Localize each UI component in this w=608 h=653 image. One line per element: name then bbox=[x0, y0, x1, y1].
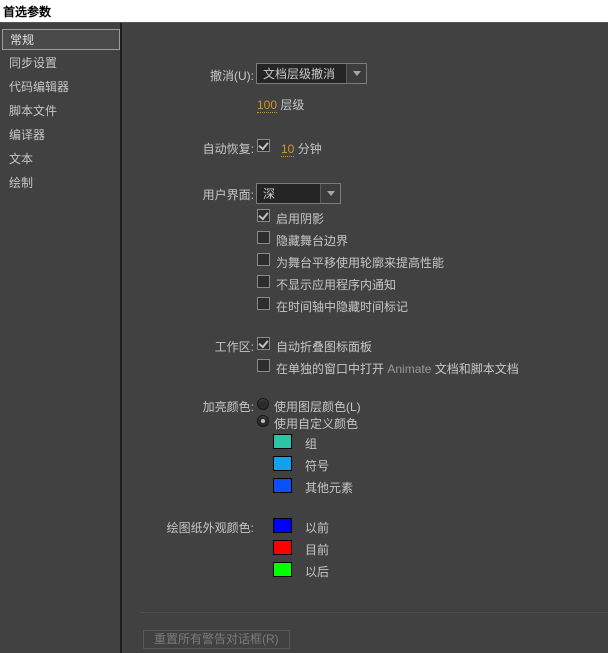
hide-stage-border-label: 隐藏舞台边界 bbox=[276, 234, 349, 248]
title-bar: 首选参数 bbox=[0, 0, 608, 22]
sidebar-item-label: 编译器 bbox=[9, 128, 46, 142]
onion-current-label: 目前 bbox=[305, 543, 330, 557]
undo-type-dropdown[interactable]: 文档层级撤消 bbox=[256, 63, 367, 84]
undo-levels-value[interactable]: 100 bbox=[257, 98, 278, 113]
sidebar-item-label: 脚本文件 bbox=[9, 104, 58, 118]
open-in-separate-window-checkbox[interactable] bbox=[257, 359, 270, 372]
hide-timeline-markers-label: 在时间轴中隐藏时间标记 bbox=[276, 300, 409, 314]
auto-collapse-panels-checkbox[interactable] bbox=[257, 337, 270, 350]
ui-label: 用户界面: bbox=[202, 188, 254, 202]
undo-levels-row: 100 层级 bbox=[257, 96, 304, 113]
group-color-label: 组 bbox=[305, 437, 318, 451]
undo-levels-suffix: 层级 bbox=[280, 98, 305, 112]
other-elements-color-label: 其他元素 bbox=[305, 481, 354, 495]
sidebar-item-label: 文本 bbox=[9, 152, 34, 166]
auto-recovery-checkbox[interactable] bbox=[257, 139, 270, 152]
brand-text: Animate bbox=[387, 362, 432, 376]
symbol-color-label: 符号 bbox=[305, 459, 330, 473]
sidebar-item-label: 同步设置 bbox=[9, 56, 58, 70]
onion-before-label: 以前 bbox=[305, 521, 330, 535]
ui-theme-dropdown[interactable]: 深 bbox=[256, 183, 341, 204]
enable-shadow-checkbox[interactable] bbox=[257, 209, 270, 222]
group-color-swatch[interactable] bbox=[273, 434, 292, 449]
preferences-dialog: 常规 同步设置 代码编辑器 脚本文件 编译器 文本 绘制 撤消(U): 文档层级… bbox=[0, 22, 608, 653]
symbol-color-swatch[interactable] bbox=[273, 456, 292, 471]
onion-before-color-swatch[interactable] bbox=[273, 518, 292, 533]
open-in-separate-window-label: 在单独的窗口中打开 Animate 文档和脚本文档 bbox=[276, 360, 519, 377]
label-suffix: 文档和脚本文档 bbox=[434, 362, 519, 376]
auto-recovery-minutes-value[interactable]: 10 bbox=[281, 142, 295, 157]
label-prefix: 在单独的窗口中打开 bbox=[276, 362, 385, 376]
onion-after-label: 以后 bbox=[305, 565, 330, 579]
no-in-app-notifications-checkbox[interactable] bbox=[257, 275, 270, 288]
outline-pan-performance-label: 为舞台平移使用轮廓来提高性能 bbox=[276, 256, 445, 270]
ui-theme-value: 深 bbox=[263, 187, 276, 201]
use-layer-color-label: 使用图层颜色(L) bbox=[274, 400, 361, 414]
onion-skin-color-label: 绘图纸外观颜色: bbox=[166, 521, 254, 535]
use-layer-color-radio[interactable] bbox=[257, 398, 269, 410]
sidebar-item-label: 代码编辑器 bbox=[9, 80, 70, 94]
other-elements-color-swatch[interactable] bbox=[273, 478, 292, 493]
chevron-down-icon[interactable] bbox=[346, 64, 366, 83]
reset-warnings-button[interactable]: 重置所有警告对话框(R) bbox=[143, 630, 290, 649]
hide-timeline-markers-checkbox[interactable] bbox=[257, 297, 270, 310]
chevron-down-icon[interactable] bbox=[320, 184, 340, 203]
undo-type-value: 文档层级撤消 bbox=[263, 67, 336, 81]
onion-after-color-swatch[interactable] bbox=[273, 562, 292, 577]
use-custom-color-radio[interactable] bbox=[257, 415, 269, 427]
enable-shadow-label: 启用阴影 bbox=[276, 212, 325, 226]
sidebar-item-label: 绘制 bbox=[9, 176, 34, 190]
hide-stage-border-checkbox[interactable] bbox=[257, 231, 270, 244]
workspace-label: 工作区: bbox=[214, 340, 254, 354]
bottom-divider bbox=[140, 612, 608, 613]
page-title: 首选参数 bbox=[3, 5, 52, 19]
auto-recovery-label: 自动恢复: bbox=[202, 142, 254, 156]
sidebar-item-label: 常规 bbox=[10, 33, 35, 47]
onion-current-color-swatch[interactable] bbox=[273, 540, 292, 555]
auto-collapse-panels-label: 自动折叠图标面板 bbox=[276, 340, 373, 354]
auto-recovery-minutes-suffix: 分钟 bbox=[297, 142, 322, 156]
use-custom-color-label: 使用自定义颜色 bbox=[274, 417, 359, 431]
no-in-app-notifications-label: 不显示应用程序内通知 bbox=[276, 278, 397, 292]
undo-label: 撤消(U): bbox=[210, 69, 254, 83]
sidebar-item-script-files[interactable]: 脚本文件 bbox=[2, 101, 120, 122]
highlight-color-label: 加亮颜色: bbox=[202, 400, 254, 414]
sidebar-item-general[interactable]: 常规 bbox=[2, 29, 120, 50]
auto-recovery-minutes-row: 10 分钟 bbox=[281, 140, 322, 157]
outline-pan-performance-checkbox[interactable] bbox=[257, 253, 270, 266]
